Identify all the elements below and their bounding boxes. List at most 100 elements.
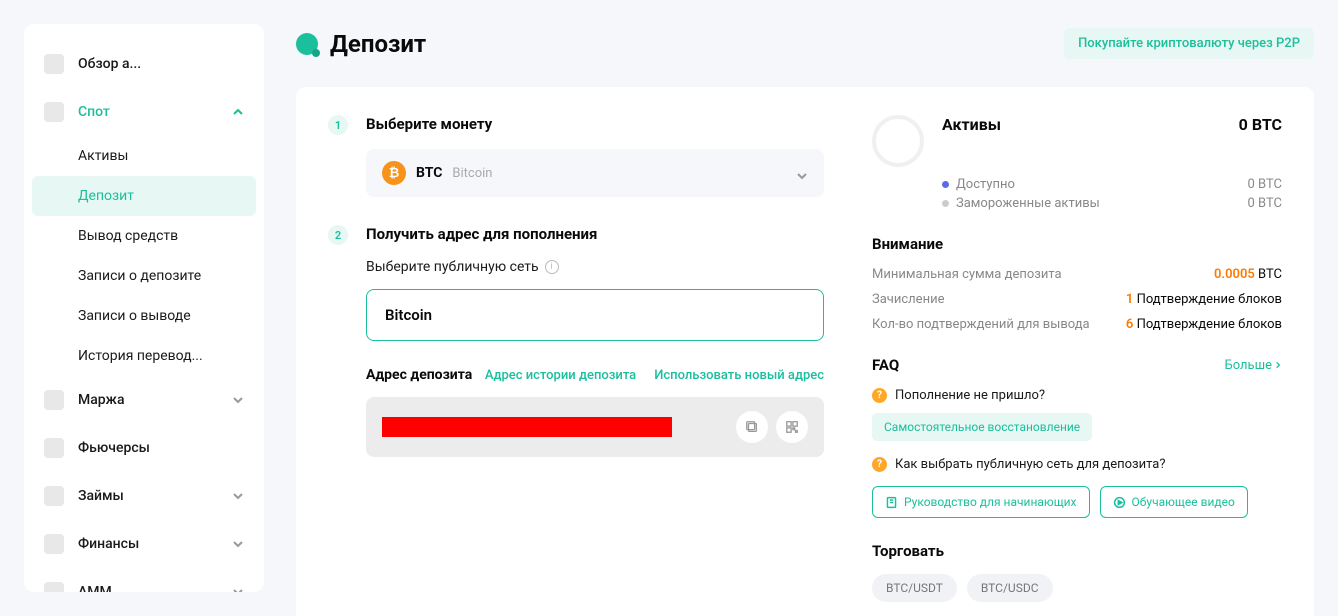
sub-assets[interactable]: Активы [24,136,264,176]
nav-futures[interactable]: Фьючерсы [24,424,264,472]
new-address-link[interactable]: Использовать новый адрес [654,368,824,383]
chevron-down-icon [232,538,244,550]
withdraw-conf-label: Кол-во подтверждений для вывода [872,317,1090,332]
sub-deposit-records[interactable]: Записи о депозите [24,256,264,296]
nav-overview[interactable]: Обзор а... [24,40,264,88]
faq-header: FAQ Больше [872,356,1282,374]
available-row: Доступно 0 BTC [942,177,1282,192]
finance-icon [44,534,64,554]
coin-symbol: BTC [416,165,442,181]
credit-text: Подтверждение блоков [1133,292,1282,307]
chevron-down-icon [232,490,244,502]
assets-title: Активы [942,115,1001,134]
min-deposit-unit: BTC [1255,267,1282,282]
p2p-button[interactable]: Покупайте криптовалюту через P2P [1064,28,1314,59]
available-label: Доступно [956,177,1015,192]
deposit-card: 1 Выберите монету ₿ BTC Bitcoin 2 [296,87,1314,616]
loans-icon [44,486,64,506]
page-title: Депозит [330,30,426,58]
deposit-icon [296,33,318,55]
question-icon: ? [872,457,887,472]
info-panel: Активы 0 BTC Доступно 0 BTC Замороженные… [872,115,1282,602]
nav-amm[interactable]: AMM [24,568,264,592]
nav-loans[interactable]: Займы [24,472,264,520]
assets-header: Активы 0 BTC [872,115,1282,167]
chevron-down-icon [232,586,244,592]
address-value-redacted [382,417,672,437]
nav-label: Обзор а... [78,56,141,72]
min-deposit-row: Минимальная сумма депозита 0.0005 BTC [872,267,1282,282]
address-header: Адрес депозита Адрес истории депозита Ис… [366,367,824,383]
overview-icon [44,54,64,74]
trade-pair[interactable]: BTC/USDT [872,574,957,602]
faq-q2-text: Как выбрать публичную сеть для депозита? [895,457,1166,472]
spot-icon [44,102,64,122]
attention-title: Внимание [872,235,1282,253]
withdraw-text: Подтверждение блоков [1133,317,1282,332]
spot-submenu: Активы Депозит Вывод средств Записи о де… [24,136,264,376]
address-title: Адрес депозита [366,367,472,383]
faq-q1-text: Пополнение не пришло? [895,388,1045,403]
nav-margin[interactable]: Маржа [24,376,264,424]
frozen-row: Замороженные активы 0 BTC [942,196,1282,211]
faq-title: FAQ [872,356,899,374]
min-deposit-label: Минимальная сумма депозита [872,267,1062,282]
assets-total: 0 BTC [1239,115,1282,134]
btc-icon: ₿ [382,161,406,185]
available-value: 0 BTC [1248,177,1283,192]
amm-icon [44,582,64,592]
nav-label: Спот [78,104,110,120]
sub-withdraw-records[interactable]: Записи о выводе [24,296,264,336]
self-recovery-button[interactable]: Самостоятельное восстановление [872,413,1092,441]
sidebar: Обзор а... Спот Активы Депозит Вывод сре… [24,24,264,592]
copy-button[interactable] [736,411,768,443]
beginner-guide-button[interactable]: Руководство для начинающих [872,486,1090,518]
trade-pair[interactable]: BTC/USDC [967,574,1053,602]
network-option[interactable]: Bitcoin [366,289,824,341]
nav-label: Займы [78,488,124,504]
question-icon: ? [872,388,887,403]
futures-icon [44,438,64,458]
sub-transfer-history[interactable]: История перевод... [24,336,264,376]
network-label-row: Выберите публичную сеть i [366,259,824,275]
nav-label: AMM [78,584,112,592]
main-content: Депозит Покупайте криптовалюту через P2P… [264,0,1338,616]
nav-spot[interactable]: Спот [24,88,264,136]
chevron-up-icon [232,106,244,118]
faq-question-1[interactable]: ? Пополнение не пришло? [872,388,1282,403]
chevron-down-icon [796,167,808,179]
info-icon[interactable]: i [545,260,559,274]
withdraw-conf-row: Кол-во подтверждений для вывода 6 Подтве… [872,317,1282,332]
faq-more-link[interactable]: Больше [1225,358,1283,373]
credit-label: Зачисление [872,292,944,307]
step-1: 1 Выберите монету ₿ BTC Bitcoin [328,115,824,197]
trade-title: Торговать [872,542,1282,560]
network-label: Выберите публичную сеть [366,259,539,275]
deposit-form: 1 Выберите монету ₿ BTC Bitcoin 2 [328,115,824,602]
nav-label: Фьючерсы [78,440,150,456]
dot-icon [942,200,949,207]
chevron-down-icon [232,394,244,406]
sub-deposit[interactable]: Депозит [32,176,256,216]
step-number: 2 [328,225,348,245]
margin-icon [44,390,64,410]
min-deposit-amount: 0.0005 [1214,267,1255,282]
address-history-link[interactable]: Адрес истории депозита [485,368,636,383]
qr-button[interactable] [776,411,808,443]
step-2-title: Получить адрес для пополнения [366,225,824,243]
faq-question-2[interactable]: ? Как выбрать публичную сеть для депозит… [872,457,1282,472]
dot-icon [942,181,949,188]
step-number: 1 [328,115,348,135]
nav-label: Маржа [78,392,125,408]
step-1-title: Выберите монету [366,115,824,133]
nav-label: Финансы [78,536,139,552]
tutorial-video-button[interactable]: Обучающее видео [1100,486,1248,518]
nav-finance[interactable]: Финансы [24,520,264,568]
address-box [366,397,824,457]
step-2: 2 Получить адрес для пополнения Выберите… [328,225,824,457]
frozen-label: Замороженные активы [956,196,1100,211]
sub-withdraw[interactable]: Вывод средств [24,216,264,256]
credit-row: Зачисление 1 Подтверждение блоков [872,292,1282,307]
coin-selector[interactable]: ₿ BTC Bitcoin [366,149,824,197]
page-header: Депозит Покупайте криптовалюту через P2P [296,28,1314,59]
